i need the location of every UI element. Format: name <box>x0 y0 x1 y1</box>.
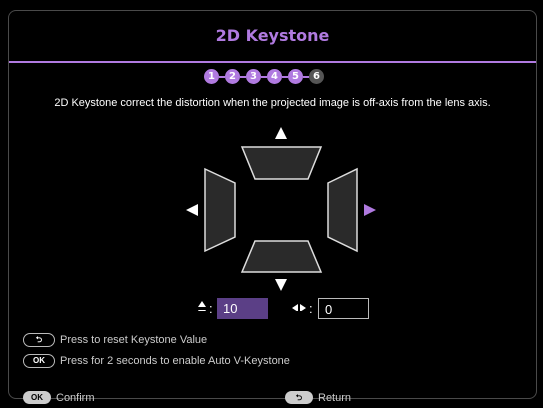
return-label: Return <box>318 391 352 404</box>
vertical-colon: : <box>209 301 213 316</box>
back-icon: ⮌ <box>23 333 55 347</box>
horizontal-value-field[interactable]: 0 <box>318 298 369 319</box>
arrow-left-icon[interactable] <box>186 204 198 216</box>
confirm-label: Confirm <box>56 391 95 404</box>
keystone-bottom-shape[interactable] <box>240 240 323 273</box>
keystone-right-shape[interactable] <box>327 167 358 253</box>
keystone-diagram <box>186 127 376 311</box>
keystone-dialog: 2D Keystone 1 2 3 4 5 6 2D Keystone corr… <box>8 10 537 404</box>
ok-icon: OK <box>23 354 55 368</box>
vertical-adjust-up-icon <box>198 301 206 307</box>
horizontal-adjust-right-icon <box>300 304 306 311</box>
footer-return[interactable]: ⮌ Return <box>285 391 351 404</box>
horizontal-adjust-left-icon <box>292 304 298 311</box>
vertical-value-field[interactable]: 10 <box>217 298 268 319</box>
horizontal-colon: : <box>309 301 313 316</box>
keystone-left-shape[interactable] <box>204 167 236 253</box>
hint-auto-keystone: OK Press for 2 seconds to enable Auto V-… <box>23 354 290 368</box>
vertical-adjust-down-icon <box>198 310 206 311</box>
osd-screen: 2D Keystone 1 2 3 4 5 6 2D Keystone corr… <box>0 0 543 408</box>
return-icon: ⮌ <box>285 391 313 404</box>
arrow-right-icon[interactable] <box>364 204 376 216</box>
keystone-top-shape[interactable] <box>240 146 323 180</box>
hint-reset: ⮌ Press to reset Keystone Value <box>23 333 207 347</box>
arrow-down-icon[interactable] <box>275 279 287 291</box>
hint-auto-text: Press for 2 seconds to enable Auto V-Key… <box>60 355 290 367</box>
hint-reset-text: Press to reset Keystone Value <box>60 334 208 346</box>
footer-confirm[interactable]: OK Confirm <box>23 391 95 404</box>
arrow-up-icon[interactable] <box>275 127 287 139</box>
ok-button-icon: OK <box>23 391 51 404</box>
